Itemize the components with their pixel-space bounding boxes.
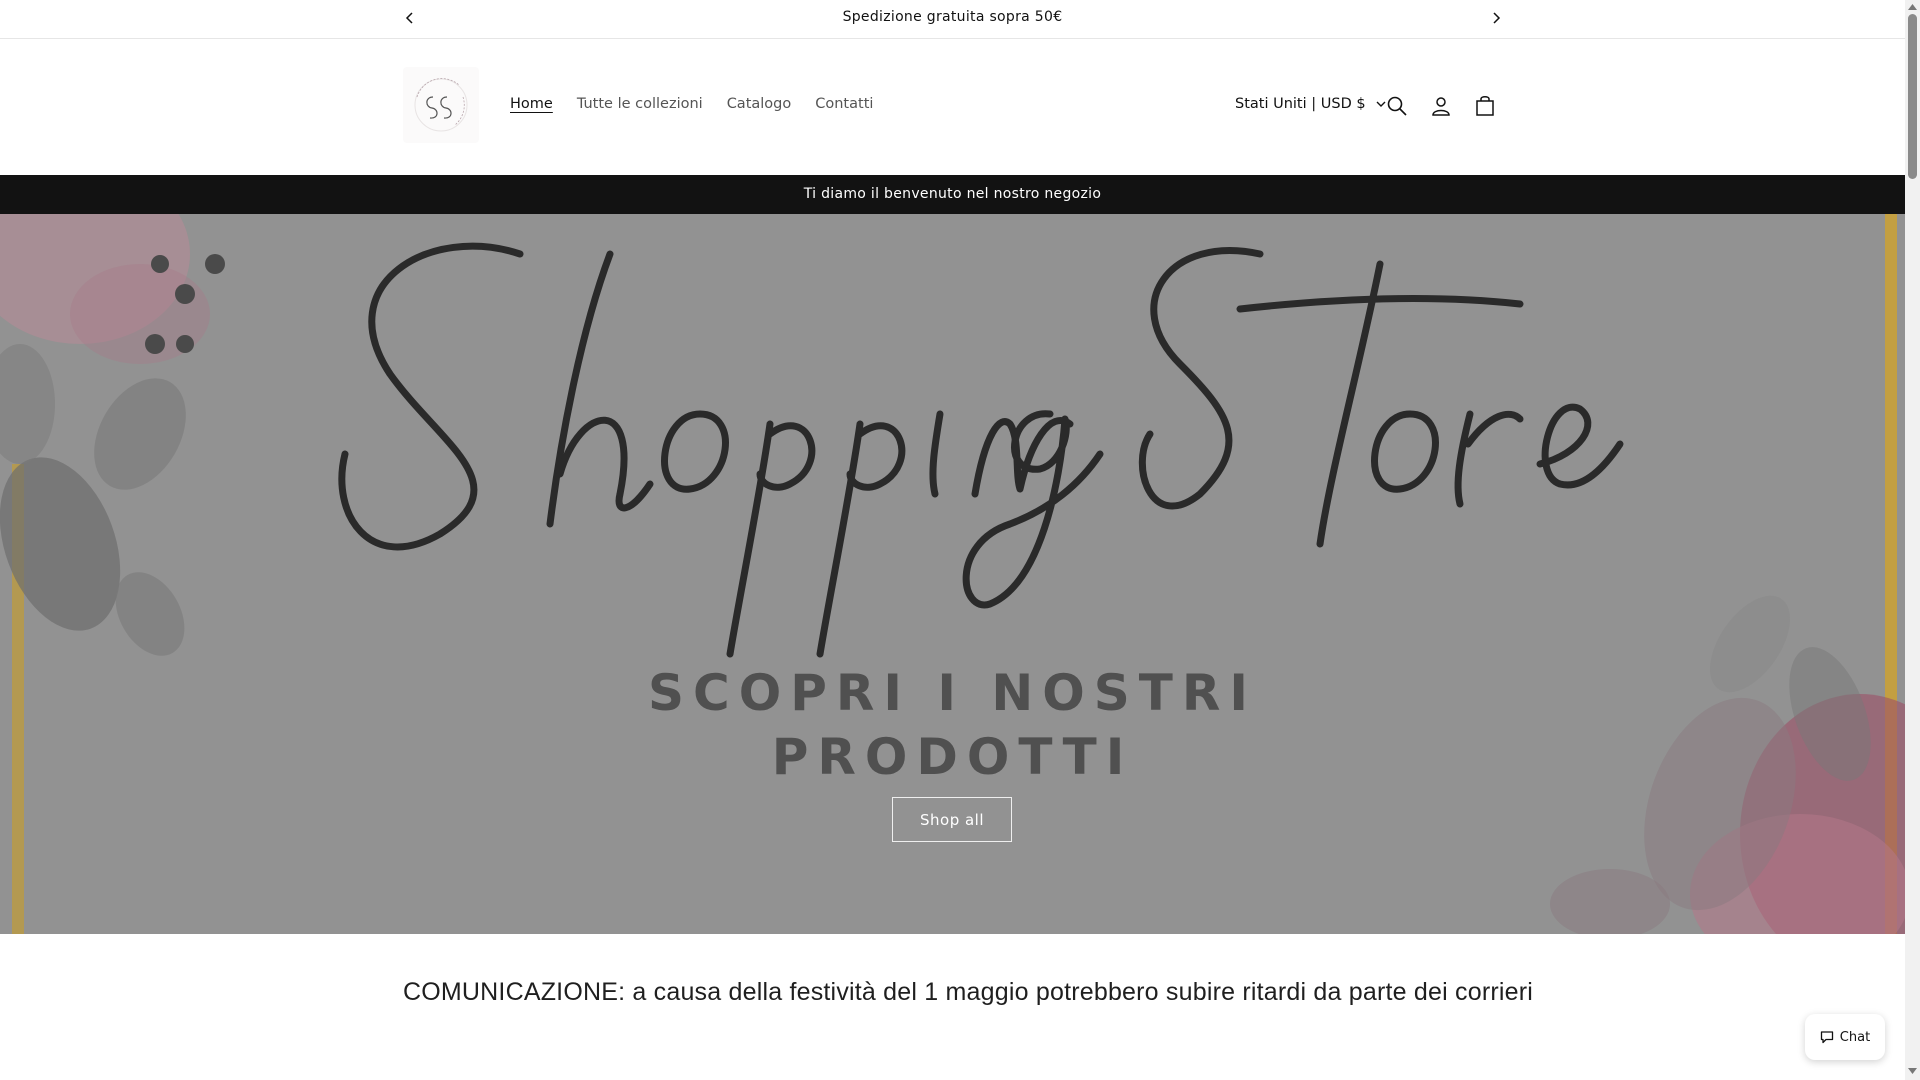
- country-selector-label: Stati Uniti | USD $: [1235, 96, 1366, 112]
- scroll-up-icon[interactable]: [1908, 2, 1917, 12]
- nav-item-contacts[interactable]: Contatti: [815, 96, 873, 112]
- nav-item-home[interactable]: Home: [510, 96, 553, 112]
- chat-label: Chat: [1839, 1029, 1871, 1045]
- cart-icon[interactable]: [1472, 93, 1498, 119]
- shop-all-button[interactable]: Shop all: [892, 797, 1012, 842]
- nav-item-catalog[interactable]: Catalogo: [727, 96, 792, 112]
- announcement-message: Spedizione gratuita sopra 50€: [842, 9, 1063, 25]
- page: Spedizione gratuita sopra 50€ Home Tutte…: [0, 0, 1905, 1080]
- chat-icon: [1820, 1031, 1833, 1044]
- hero-subtitle-line-2: PRODOTTI: [771, 728, 1134, 786]
- hero-subtitle-line-1: SCOPRI I NOSTRI: [648, 664, 1257, 722]
- account-icon[interactable]: [1428, 93, 1454, 119]
- country-selector[interactable]: Stati Uniti | USD $: [1235, 96, 1386, 112]
- notice-text: COMUNICAZIONE: a causa della festività d…: [403, 978, 1534, 1006]
- main-nav: Home Tutte le collezioni Catalogo Contat…: [510, 96, 873, 112]
- announcement-bar: Spedizione gratuita sopra 50€: [0, 0, 1905, 39]
- welcome-bar: Ti diamo il benvenuto nel nostro negozio: [0, 175, 1905, 214]
- page-scrollbar[interactable]: [1905, 0, 1920, 1080]
- hero-banner: SCOPRI I NOSTRI PRODOTTI Shop all: [0, 214, 1905, 934]
- site-header: Home Tutte le collezioni Catalogo Contat…: [0, 39, 1905, 174]
- chevron-right-icon[interactable]: [1486, 8, 1506, 28]
- nav-item-collections[interactable]: Tutte le collezioni: [577, 96, 703, 112]
- search-icon[interactable]: [1384, 93, 1410, 119]
- scrollbar-thumb[interactable]: [1908, 14, 1917, 179]
- chat-button[interactable]: Chat: [1805, 1014, 1885, 1060]
- store-logo[interactable]: [403, 67, 479, 143]
- scroll-down-icon[interactable]: [1908, 1066, 1917, 1076]
